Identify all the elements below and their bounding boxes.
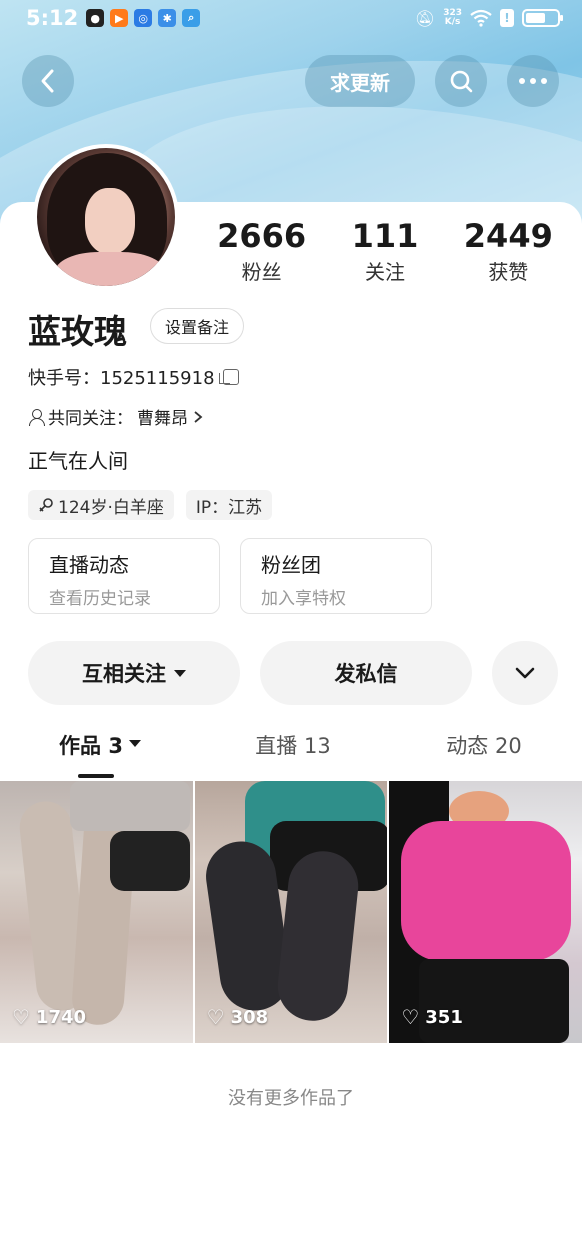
stat-value: 2449	[463, 217, 553, 255]
ip-tag: IP：江苏	[185, 490, 273, 520]
live-history-card[interactable]: 直播动态 查看历史记录	[28, 538, 220, 614]
tab-works[interactable]: 作品 3	[0, 730, 200, 780]
profile-bio: 正气在人间	[28, 449, 128, 473]
caret-down-icon	[174, 669, 186, 677]
tab-label: 直播 13	[255, 734, 331, 758]
mutual-follow-name: 曹舞昂	[137, 409, 188, 429]
stat-value: 2666	[217, 217, 307, 255]
expand-button[interactable]	[492, 641, 558, 705]
more-dots-icon	[519, 78, 547, 84]
thumbnail-figure	[110, 831, 190, 891]
age-tag-text: 124岁·白羊座	[58, 497, 164, 518]
stat-label: 关注	[364, 260, 405, 284]
search-button[interactable]	[435, 55, 487, 107]
chevron-down-icon	[515, 667, 535, 679]
avatar-face	[85, 188, 135, 254]
like-count: 351	[425, 1006, 463, 1028]
stat-value: 111	[351, 217, 419, 255]
status-right: 🔕︎ 323 K/s !	[414, 8, 563, 28]
work-thumbnail[interactable]: ♡ 308	[194, 781, 388, 1043]
tab-updates[interactable]: 动态 20	[386, 730, 582, 780]
kuaishou-id-row: 快手号：1525115918	[28, 364, 239, 390]
stat-label: 粉丝	[241, 260, 282, 284]
age-tag: 124岁·白羊座	[28, 490, 174, 520]
tab-label: 作品 3	[59, 734, 123, 758]
more-button[interactable]	[507, 55, 559, 107]
thumbnail-figure	[401, 821, 572, 961]
network-speed: 323 K/s	[443, 9, 462, 27]
play-icon: ▶	[110, 9, 129, 27]
mutual-follow-button-label: 互相关注	[82, 662, 166, 686]
wifi-icon	[470, 9, 492, 27]
caret-down-icon	[128, 740, 141, 747]
female-icon	[39, 498, 53, 512]
like-count: 308	[230, 1006, 269, 1028]
mutual-follow-row[interactable]: 共同关注： 曹舞昂	[28, 404, 204, 429]
stat-fans[interactable]: 2666 粉丝	[200, 218, 323, 285]
profile-name: 蓝玫瑰	[28, 312, 127, 351]
status-bar: 5:12 ● ▶ ◎ ✱ ⌕ 🔕︎ 323 K/s !	[0, 0, 582, 36]
kuaishou-id-value: 1525115918	[100, 368, 215, 389]
profile-stats: 2666 粉丝 111 关注 2449 获赞	[200, 218, 570, 285]
status-time: 5:12	[26, 6, 79, 30]
feature-title: 粉丝团	[261, 553, 321, 577]
content-tabs: 作品 3 直播 13 动态 20	[0, 730, 582, 780]
work-thumbnail[interactable]: ♡ 351	[389, 781, 582, 1043]
network-speed-unit: K/s	[444, 17, 461, 27]
qq-icon: ●	[86, 9, 105, 27]
works-grid: ♡ 1740 ♡ 308 ♡ 351	[0, 781, 582, 1043]
feature-title: 直播动态	[49, 553, 129, 577]
stat-label: 获赞	[488, 260, 529, 284]
alert-icon: !	[500, 9, 514, 27]
mutual-follow-button[interactable]: 互相关注	[28, 641, 240, 705]
feature-cards: 直播动态 查看历史记录 粉丝团 加入享特权	[28, 538, 432, 614]
person-icon	[28, 408, 45, 426]
avatar[interactable]	[33, 144, 179, 290]
send-message-button[interactable]: 发私信	[260, 641, 472, 705]
thumbnail-figure	[419, 959, 570, 1043]
back-button[interactable]	[22, 55, 74, 107]
notification-icons: ● ▶ ◎ ✱ ⌕	[86, 9, 201, 27]
chevron-right-icon	[194, 410, 203, 423]
copy-icon[interactable]	[218, 369, 239, 385]
settings-icon: ✱	[158, 9, 177, 27]
action-buttons: 互相关注 发私信	[28, 641, 558, 705]
profile-tags: 124岁·白羊座 IP：江苏	[28, 490, 273, 520]
browser-icon: ◎	[134, 9, 153, 27]
tab-live[interactable]: 直播 13	[200, 730, 386, 780]
no-more-works-note: 没有更多作品了	[228, 1088, 354, 1109]
avatar-shirt	[55, 252, 165, 286]
set-remark-button[interactable]: 设置备注	[150, 308, 245, 344]
request-update-button[interactable]: 求更新	[305, 55, 415, 107]
battery-level	[526, 13, 545, 23]
feature-subtitle: 加入享特权	[261, 589, 346, 609]
search-icon	[450, 70, 473, 93]
back-arrow-icon	[41, 69, 54, 93]
stat-following[interactable]: 111 关注	[323, 218, 446, 285]
tab-active-indicator	[78, 774, 114, 778]
work-like-count: ♡ 351	[401, 1005, 463, 1029]
kuaishou-id-text: 快手号：1525115918	[28, 364, 215, 390]
stat-likes[interactable]: 2449 获赞	[447, 218, 570, 285]
like-count: 1740	[35, 1006, 87, 1028]
battery-icon	[522, 9, 563, 27]
search-app-icon: ⌕	[182, 9, 201, 27]
fan-club-card[interactable]: 粉丝团 加入享特权	[240, 538, 432, 614]
mutual-follow-label: 共同关注：	[48, 409, 133, 429]
kuaishou-id-label: 快手号：	[28, 368, 100, 389]
work-like-count: ♡ 308	[207, 1005, 269, 1029]
tab-label: 动态 20	[446, 734, 522, 758]
thumbnail-figure	[70, 781, 190, 831]
work-thumbnail[interactable]: ♡ 1740	[0, 781, 193, 1043]
heart-icon: ♡	[12, 1005, 30, 1029]
heart-icon: ♡	[206, 1005, 225, 1029]
work-like-count: ♡ 1740	[12, 1005, 86, 1029]
mute-icon: 🔕︎	[414, 8, 436, 28]
heart-icon: ♡	[401, 1005, 420, 1029]
feature-subtitle: 查看历史记录	[49, 589, 151, 609]
